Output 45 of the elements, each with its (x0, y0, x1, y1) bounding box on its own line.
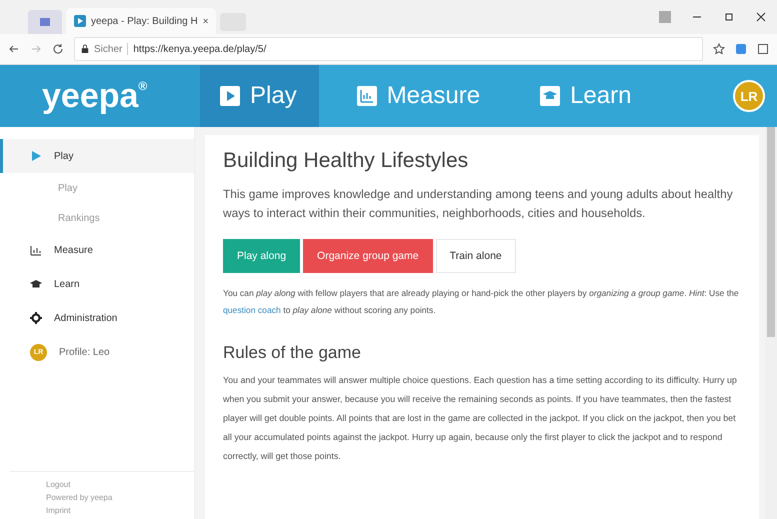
reload-icon[interactable] (52, 43, 64, 55)
restore-icon[interactable] (723, 11, 735, 23)
settings-icon (30, 312, 42, 324)
play-icon (30, 150, 42, 162)
play-icon (74, 15, 86, 27)
question-coach-link[interactable]: question coach (223, 305, 281, 315)
browser-tab[interactable] (28, 10, 62, 34)
graduation-cap-icon (540, 86, 560, 106)
hint-text: You can play along with fellow players that are already playing or hand-pick the other players by organizing a group game. Hint: Use the question coach to play alone without scoring any points. (223, 287, 740, 317)
close-icon[interactable] (202, 17, 208, 25)
play-icon (220, 86, 240, 106)
star-icon[interactable] (713, 43, 725, 55)
sidebar-item[interactable]: Learn (0, 267, 194, 301)
yeepa-logo[interactable]: yeepa$^{®}$ (0, 65, 200, 127)
nav-tab[interactable]: Learn (520, 65, 654, 127)
game-description: This game improves knowledge and understanding among teens and young adults about healthy ways to interact within their communities, neighborhoods, cities and households. (223, 186, 734, 222)
sidebar-item[interactable]: Play (0, 139, 194, 173)
footer-link[interactable]: Imprint (46, 506, 194, 515)
rules-text: You and your teammates will answer multiple choice questions. Each question has a time setting according to its difficulty. Hurry up when you submit your answer, because you will receive the remaining seconds as points. If you have teammates, then the fastest player will get double points. All points that are lost in the game are collected in the jackpot. If you click on the jackpot, then you bet all your accumulated points against the jackpot. Hurry up again, because only the first player to click the jackpot and to respond correctly, will get those points. (223, 374, 738, 463)
footer-link[interactable]: Logout (46, 480, 194, 489)
user-avatar[interactable]: LR (733, 80, 765, 112)
sidebar-item[interactable]: Play (0, 173, 194, 203)
sidebar-item[interactable]: Rankings (0, 203, 194, 233)
game-mode-button[interactable]: Organize group game (303, 239, 433, 273)
extension-icon[interactable] (735, 43, 747, 55)
browser-tab[interactable]: yeepa - Play: Building H (66, 8, 216, 34)
back-icon[interactable] (8, 43, 20, 55)
lock-icon (81, 44, 89, 54)
tab-title: yeepa - Play: Building H (91, 16, 198, 26)
section-heading: Rules of the game (223, 343, 362, 363)
footer-link[interactable]: Powered by yeepa (46, 493, 194, 502)
extension-icon[interactable] (757, 43, 769, 55)
game-mode-button[interactable]: Play along (223, 239, 300, 273)
chart-icon (356, 86, 377, 106)
chart-icon (30, 244, 42, 256)
nav-tab[interactable]: Measure (336, 65, 502, 127)
sidebar-item[interactable]: Administration (0, 301, 194, 335)
address-field[interactable]: Sicher https://kenya.yeepa.de/play/5/ (74, 37, 703, 61)
close-icon[interactable] (755, 11, 767, 23)
game-mode-button[interactable]: Train alone (436, 239, 516, 273)
page-title: Building Healthy Lifestyles (223, 149, 470, 173)
sidebar-item[interactable]: Measure (0, 233, 194, 267)
nav-tab[interactable]: Play (200, 65, 319, 127)
graduation-cap-icon (30, 278, 42, 290)
scrollbar[interactable] (765, 127, 777, 519)
